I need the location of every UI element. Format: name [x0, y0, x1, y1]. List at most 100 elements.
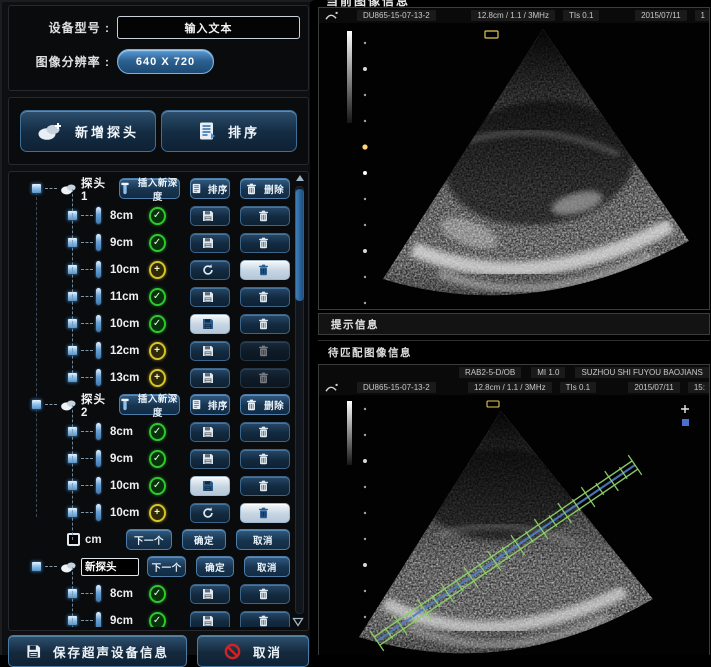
- save-depth-button[interactable]: [190, 206, 231, 226]
- delete-probe-button[interactable]: 删除: [240, 394, 290, 415]
- confirm-button[interactable]: 确定: [196, 556, 234, 577]
- image2-info-bar-1: RAB2-5-D/OB MI 1.0 SUZHOU SHI FUYOU BAOJ…: [319, 365, 709, 380]
- resolution-button[interactable]: 640 X 720: [117, 49, 214, 74]
- delete-depth-button[interactable]: [240, 503, 290, 523]
- depth-row[interactable]: 10cm✓: [11, 310, 292, 337]
- delete-depth-button[interactable]: [240, 287, 290, 307]
- depth-row[interactable]: 10cm+: [11, 499, 292, 526]
- depth-row[interactable]: 8cm✓: [11, 580, 292, 607]
- depth-bar-icon: [96, 504, 101, 521]
- image1-time: 1: [695, 10, 709, 21]
- new-depth-row[interactable]: cm 下一个确定取消: [11, 526, 292, 553]
- depth-label: 10cm: [110, 480, 149, 492]
- delete-depth-button[interactable]: [240, 422, 290, 442]
- delete-depth-button[interactable]: [240, 233, 290, 253]
- depth-label: 9cm: [110, 453, 149, 465]
- refresh-depth-button[interactable]: [190, 260, 231, 280]
- depth-row[interactable]: 9cm✓: [11, 229, 292, 256]
- probe-tree-box: 探头1插入新深度排序删除8cm✓9cm✓10cm+11cm✓10cm✓12cm+…: [8, 171, 309, 631]
- scroll-up-icon[interactable]: [295, 174, 305, 182]
- insert-depth-icon: [120, 182, 130, 195]
- save-depth-button[interactable]: [190, 341, 231, 361]
- sort-probe-button[interactable]: 排序: [190, 394, 231, 415]
- image2-info-bar-2: DU865-15-07-13-2 12.8cm / 1.1 / 3MHz TIs…: [319, 380, 709, 395]
- new-depth-input[interactable]: [67, 533, 80, 546]
- tree-connector: [45, 404, 57, 405]
- delete-depth-button[interactable]: [240, 260, 290, 280]
- scroll-down-icon[interactable]: [292, 617, 304, 627]
- image2-device-id: DU865-15-07-13-2: [357, 382, 436, 393]
- tree-checkbox[interactable]: [67, 372, 78, 383]
- match-image-section-label: 待匹配图像信息: [328, 345, 412, 360]
- probe-icon: [60, 183, 77, 195]
- save-depth-button[interactable]: [190, 611, 231, 628]
- next-button[interactable]: 下一个: [126, 529, 172, 550]
- depth-row[interactable]: 9cm✓: [11, 445, 292, 472]
- sort-probe-button-label: 排序: [208, 398, 228, 412]
- save-depth-button[interactable]: [190, 368, 231, 388]
- grayscale-bar: [347, 31, 352, 123]
- delete-depth-button[interactable]: [240, 584, 290, 604]
- delete-depth-button[interactable]: [240, 476, 290, 496]
- image1-params: 12.8cm / 1.1 / 3MHz: [471, 10, 555, 21]
- status-pending-icon: +: [149, 504, 166, 522]
- probe-header-row[interactable]: 探头1插入新深度排序删除: [11, 175, 292, 202]
- depth-row[interactable]: 10cm+: [11, 256, 292, 283]
- depth-label: 8cm: [110, 426, 149, 438]
- delete-probe-button[interactable]: 删除: [240, 178, 290, 199]
- cancel-button[interactable]: 取消: [197, 635, 309, 667]
- tree-connector: [45, 566, 57, 567]
- delete-depth-button[interactable]: [240, 368, 290, 388]
- save-depth-button[interactable]: [190, 233, 231, 253]
- tree-connector: [81, 620, 93, 621]
- save-depth-button[interactable]: [190, 584, 231, 604]
- scrollbar-thumb[interactable]: [295, 189, 304, 301]
- depth-label: 10cm: [110, 507, 149, 519]
- delete-depth-button[interactable]: [240, 341, 290, 361]
- depth-unit-label: cm: [85, 534, 102, 546]
- new-probe-name-input[interactable]: [81, 558, 139, 576]
- refresh-depth-button[interactable]: [190, 503, 231, 523]
- delete-depth-button[interactable]: [240, 206, 290, 226]
- tree-checkbox[interactable]: [31, 561, 42, 572]
- status-ok-icon: ✓: [149, 477, 166, 495]
- insert-depth-button[interactable]: 插入新深度: [119, 394, 180, 415]
- save-depth-button[interactable]: [190, 449, 231, 469]
- save-device-info-button[interactable]: 保存超声设备信息: [8, 635, 187, 667]
- cancel-edit-button[interactable]: 取消: [244, 556, 290, 577]
- cancel-edit-button[interactable]: 取消: [236, 529, 290, 550]
- sort-button[interactable]: 排序: [161, 110, 297, 152]
- depth-scale-2: [363, 408, 367, 618]
- insert-depth-button[interactable]: 插入新深度: [119, 178, 180, 199]
- depth-row[interactable]: 8cm✓: [11, 202, 292, 229]
- probe-header-row[interactable]: 探头2插入新深度排序删除: [11, 391, 292, 418]
- depth-bar-icon: [96, 612, 101, 627]
- delete-depth-button[interactable]: [240, 449, 290, 469]
- delete-depth-button[interactable]: [240, 314, 290, 334]
- depth-row[interactable]: 10cm✓: [11, 472, 292, 499]
- trash-icon: [258, 588, 269, 600]
- tree-checkbox[interactable]: [31, 183, 42, 194]
- depth-row[interactable]: 8cm✓: [11, 418, 292, 445]
- device-model-input[interactable]: [117, 16, 300, 39]
- footer-buttons: 保存超声设备信息 取消: [8, 635, 309, 667]
- save-depth-button[interactable]: [190, 287, 231, 307]
- sort-probe-button[interactable]: 排序: [190, 178, 231, 199]
- delete-depth-button[interactable]: [240, 611, 290, 628]
- tree-checkbox[interactable]: [31, 399, 42, 410]
- trash-icon: [258, 453, 269, 465]
- depth-row[interactable]: 11cm✓: [11, 283, 292, 310]
- probe-header-row[interactable]: 下一个确定取消: [11, 553, 292, 580]
- confirm-button[interactable]: 确定: [182, 529, 226, 550]
- depth-row[interactable]: 9cm✓: [11, 607, 292, 627]
- next-button[interactable]: 下一个: [147, 556, 186, 577]
- status-ok-icon: ✓: [149, 207, 166, 225]
- save-depth-button[interactable]: [190, 476, 231, 496]
- depth-bar-icon: [96, 585, 101, 602]
- save-depth-button[interactable]: [190, 314, 231, 334]
- depth-row[interactable]: 13cm+: [11, 364, 292, 391]
- depth-row[interactable]: 12cm+: [11, 337, 292, 364]
- depth-label: 10cm: [110, 264, 149, 276]
- add-probe-button[interactable]: 新增探头: [20, 110, 156, 152]
- save-depth-button[interactable]: [190, 422, 231, 442]
